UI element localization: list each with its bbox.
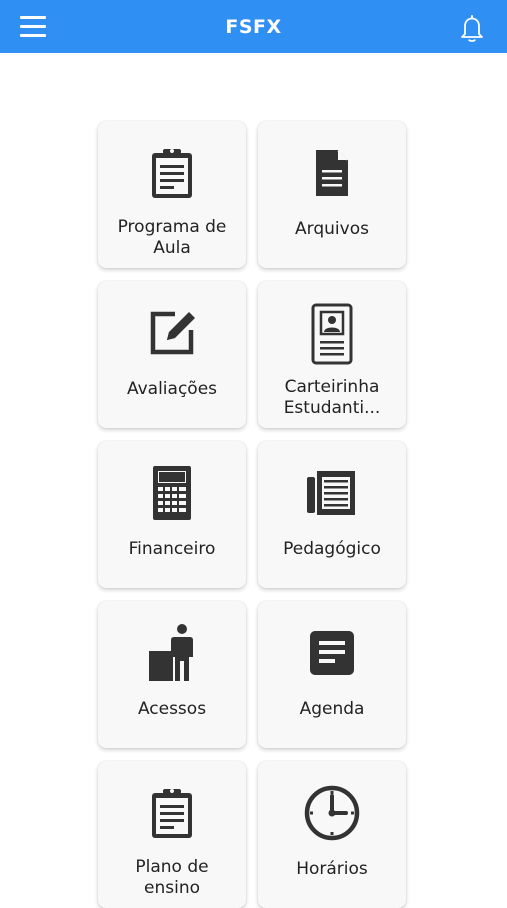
edit-icon <box>142 301 202 365</box>
menu-card-label: Acessos <box>137 699 207 719</box>
menu-card-horarios[interactable]: Horários <box>258 761 406 908</box>
clipboard-icon <box>142 141 202 205</box>
bell-icon[interactable] <box>456 12 488 44</box>
agenda-icon <box>302 621 362 685</box>
menu-card-label: Programa de Aula <box>117 217 227 258</box>
menu-card-avaliacoes[interactable]: Avaliações <box>98 281 246 428</box>
menu-card-agenda[interactable]: Agenda <box>258 601 406 748</box>
clipboard-icon <box>142 781 202 845</box>
menu-card-arquivos[interactable]: Arquivos <box>258 121 406 268</box>
top-app-bar: FSFX <box>0 0 507 53</box>
menu-card-label: Agenda <box>299 699 365 719</box>
menu-card-label: Arquivos <box>295 219 369 239</box>
person-desk-icon <box>142 621 202 685</box>
newspaper-icon <box>302 461 362 525</box>
menu-card-programa-de-aula[interactable]: Programa de Aula <box>98 121 246 268</box>
menu-card-label: Plano de ensino <box>135 857 209 898</box>
menu-card-label: Financeiro <box>128 539 216 559</box>
clock-icon <box>302 781 362 845</box>
menu-grid: Programa de Aula Arquivos Avaliações Car… <box>98 121 406 908</box>
menu-card-carteirinha-estudantil[interactable]: Carteirinha Estudanti... <box>258 281 406 428</box>
menu-card-pedagogico[interactable]: Pedagógico <box>258 441 406 588</box>
menu-card-label: Avaliações <box>126 379 218 399</box>
document-icon <box>302 141 362 205</box>
app-title: FSFX <box>225 16 282 38</box>
calculator-icon <box>142 461 202 525</box>
menu-card-label: Carteirinha Estudanti... <box>283 377 381 418</box>
menu-card-acessos[interactable]: Acessos <box>98 601 246 748</box>
menu-card-plano-de-ensino[interactable]: Plano de ensino <box>98 761 246 908</box>
menu-card-label: Pedagógico <box>283 539 381 559</box>
menu-card-financeiro[interactable]: Financeiro <box>98 441 246 588</box>
id-card-icon <box>302 299 362 369</box>
menu-card-label: Horários <box>296 859 368 879</box>
